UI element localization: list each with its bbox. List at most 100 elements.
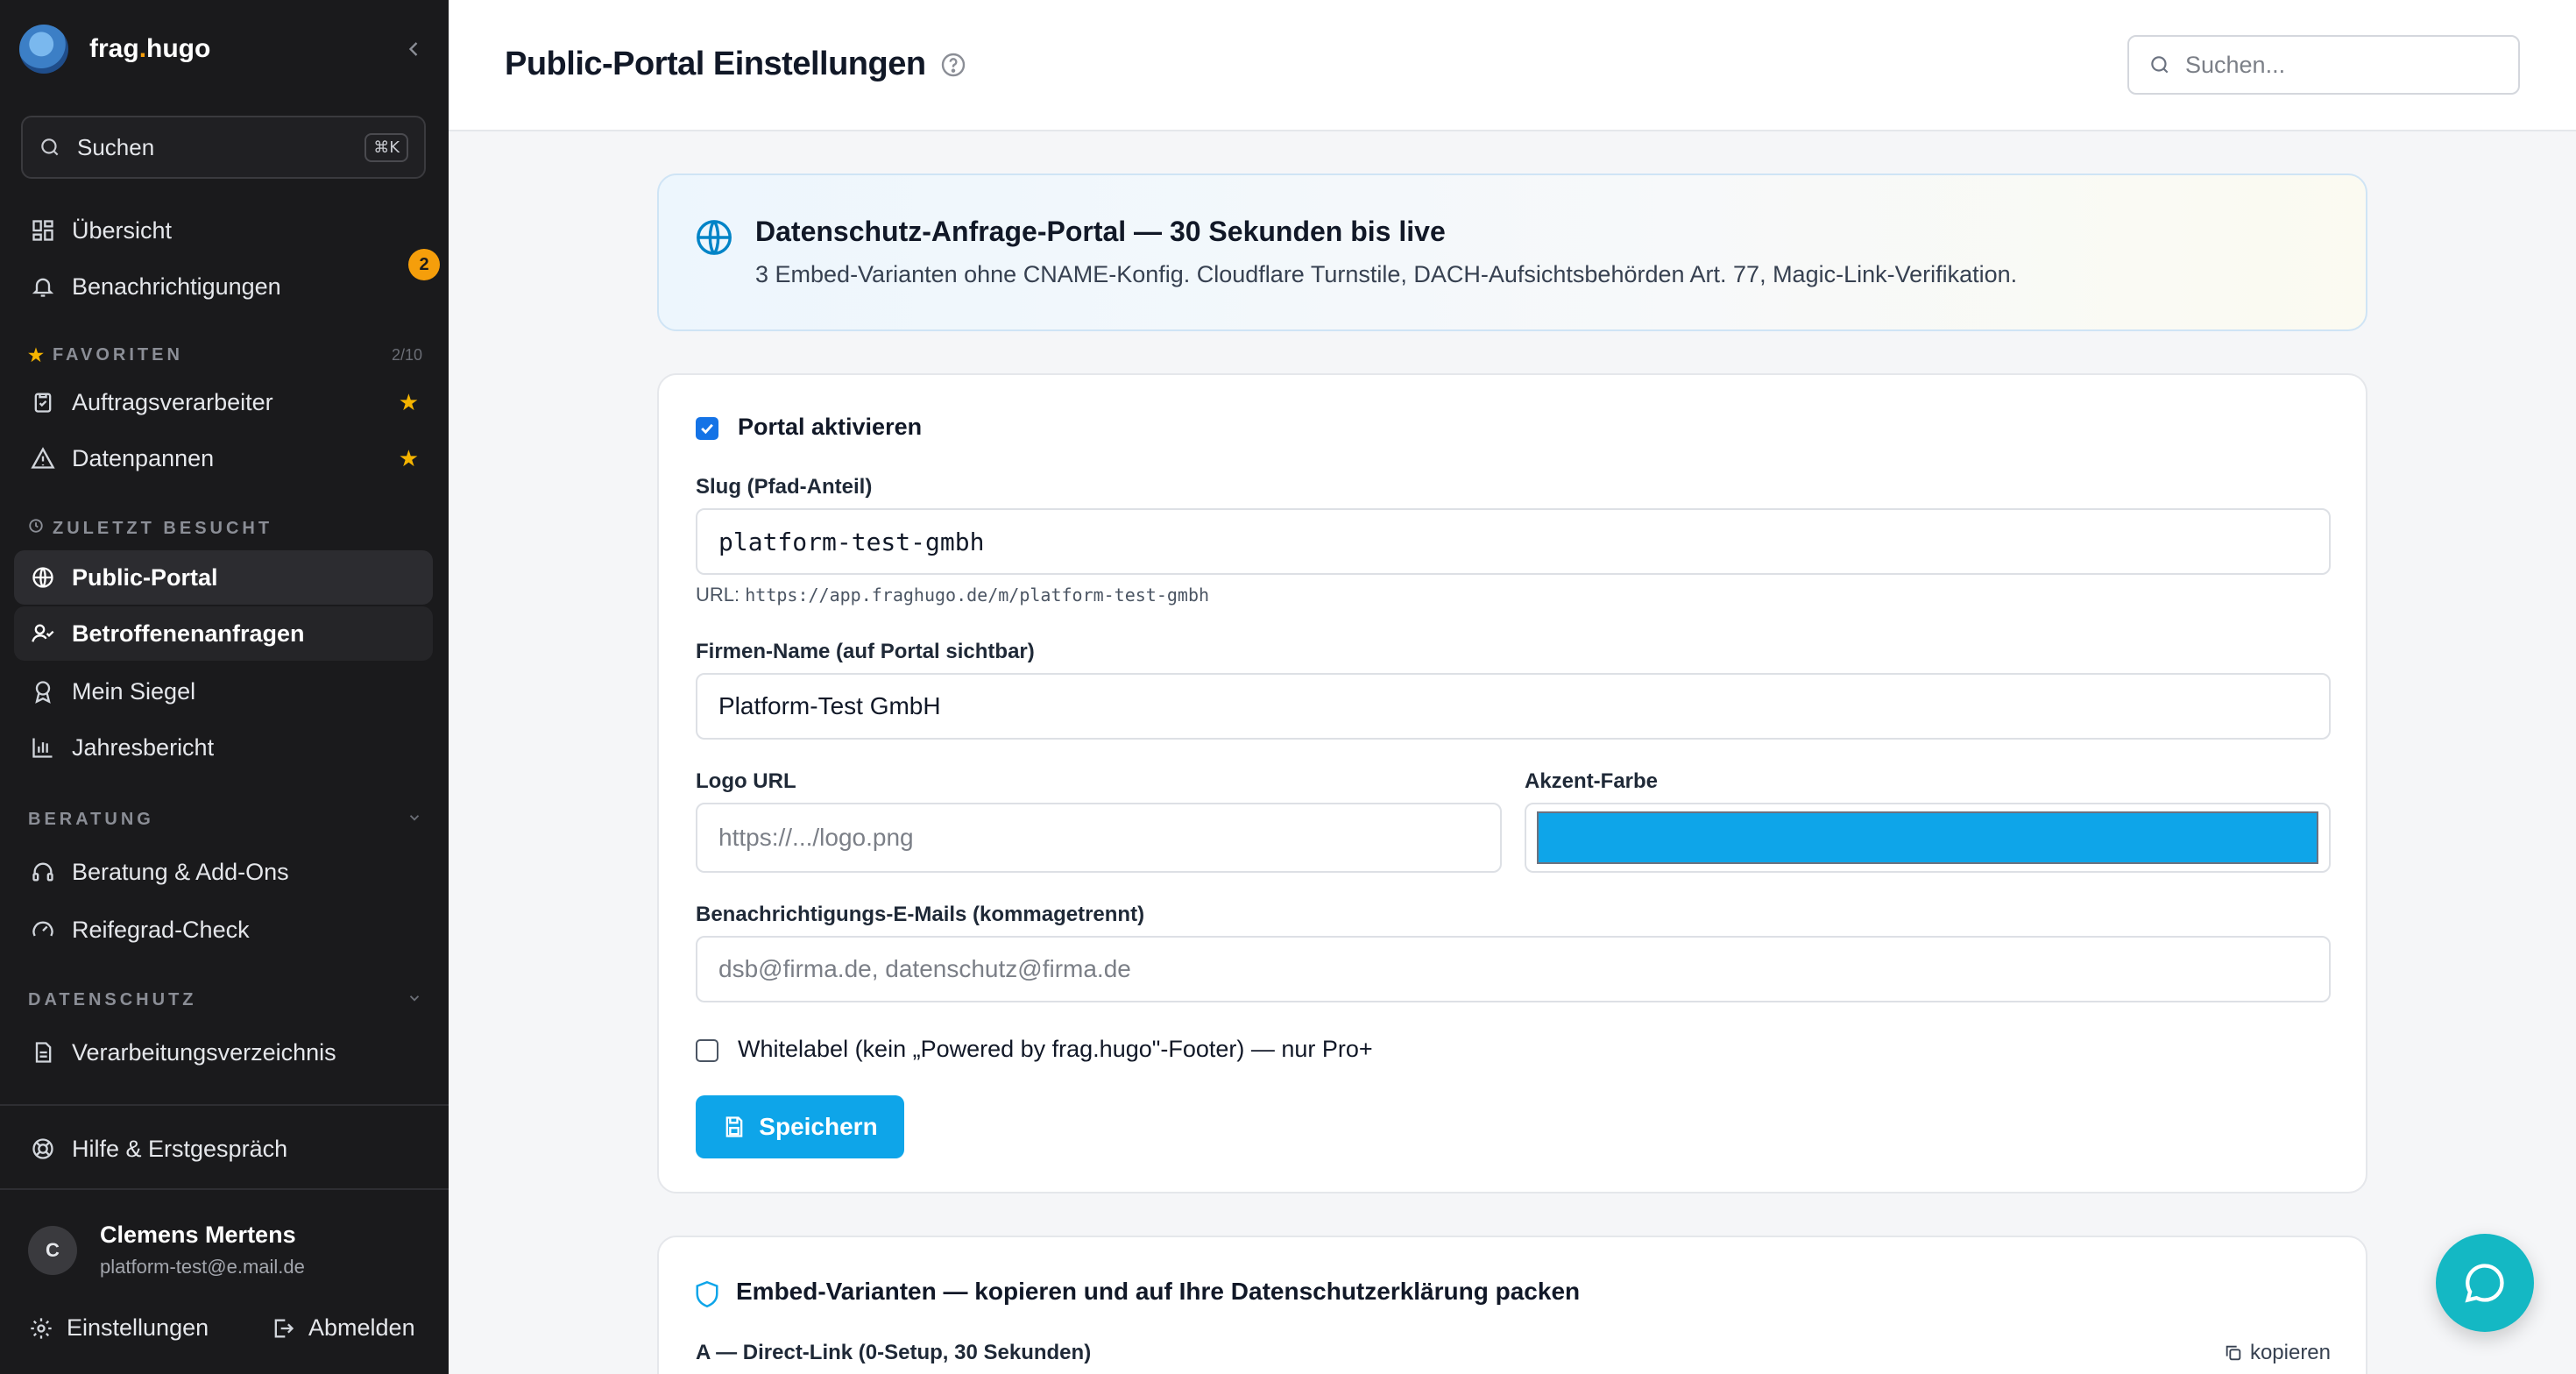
logout-link[interactable]: Abmelden bbox=[270, 1314, 415, 1342]
emails-input[interactable]: dsb@firma.de, datenschutz@firma.de bbox=[696, 936, 2331, 1002]
brand-logo bbox=[19, 25, 68, 74]
sidebar-item-label: Verarbeitungsverzeichnis bbox=[72, 1038, 336, 1066]
logout-icon bbox=[270, 1315, 296, 1342]
chat-button[interactable] bbox=[2436, 1234, 2534, 1332]
sidebar-item-hilfe[interactable]: Hilfe & Erstgespräch bbox=[14, 1122, 433, 1176]
whitelabel-label[interactable]: Whitelabel (kein „Powered by frag.hugo"-… bbox=[738, 1036, 1373, 1063]
sidebar-item-label: Jahresbericht bbox=[72, 733, 215, 761]
activate-label[interactable]: Portal aktivieren bbox=[738, 414, 922, 441]
sidebar-item-benachrichtigungen[interactable]: Benachrichtigungen bbox=[14, 259, 433, 314]
whitelabel-checkbox[interactable] bbox=[696, 1039, 718, 1062]
sidebar-item-label: Benachrichtigungen bbox=[72, 273, 281, 300]
sidebar-item-label: Auftragsverarbeiter bbox=[72, 388, 273, 415]
help-circle-icon bbox=[28, 1134, 58, 1164]
favorites-count: 2/10 bbox=[391, 345, 422, 364]
grid-icon bbox=[28, 216, 58, 245]
portal-url[interactable]: https://app.fraghugo.de/m/platform-test-… bbox=[745, 584, 1209, 606]
section-favoriten: ★ FAVORITEN 2/10 bbox=[28, 344, 422, 365]
sidebar-item-label: Datenpannen bbox=[72, 444, 215, 471]
embed-variant-a-label: A — Direct-Link (0-Setup, 30 Sekunden) bbox=[696, 1341, 1092, 1364]
settings-link[interactable]: Einstellungen bbox=[28, 1314, 209, 1342]
shield-icon bbox=[696, 1280, 718, 1308]
user-email: platform-test@e.mail.de bbox=[100, 1256, 305, 1278]
accent-color-picker[interactable] bbox=[1525, 803, 2331, 873]
sidebar-item-verarbeitungsverzeichnis[interactable]: Verarbeitungsverzeichnis bbox=[14, 1025, 433, 1080]
sidebar-item-public-portal[interactable]: Public-Portal bbox=[14, 550, 433, 605]
bar-chart-icon bbox=[28, 733, 58, 762]
search-icon bbox=[2151, 56, 2169, 74]
globe-icon bbox=[697, 220, 732, 255]
sidebar-item-jahresbericht[interactable]: Jahresbericht bbox=[14, 720, 433, 775]
clock-icon bbox=[28, 518, 44, 539]
info-banner: Datenschutz-Anfrage-Portal — 30 Sekunden… bbox=[657, 174, 2367, 331]
user-check-icon bbox=[28, 619, 58, 648]
activate-checkbox[interactable] bbox=[696, 417, 718, 440]
logo-url-input[interactable]: https://.../logo.png bbox=[696, 803, 1502, 873]
sidebar-item-label: Hilfe & Erstgespräch bbox=[72, 1135, 288, 1162]
sidebar-item-uebersicht[interactable]: Übersicht bbox=[14, 203, 433, 258]
headphones-icon bbox=[28, 857, 58, 887]
gear-icon bbox=[28, 1315, 54, 1342]
check-icon bbox=[701, 423, 713, 435]
warning-icon bbox=[28, 443, 58, 473]
company-input[interactable]: Platform-Test GmbH bbox=[696, 673, 2331, 740]
sidebar-item-label: Mein Siegel bbox=[72, 677, 196, 705]
sidebar-item-label: Reifegrad-Check bbox=[72, 916, 250, 943]
chevron-down-icon[interactable] bbox=[407, 810, 422, 830]
portal-settings-card: Portal aktivieren Slug (Pfad-Anteil) pla… bbox=[657, 373, 2367, 1193]
gauge-icon bbox=[28, 915, 58, 945]
logo-url-label: Logo URL bbox=[696, 769, 796, 793]
user-profile[interactable]: C Clemens Mertens platform-test@e.mail.d… bbox=[28, 1222, 305, 1278]
banner-subtitle: 3 Embed-Varianten ohne CNAME-Konfig. Clo… bbox=[755, 261, 2018, 287]
favorite-star-icon[interactable]: ★ bbox=[399, 445, 419, 472]
section-datenschutz[interactable]: DATENSCHUTZ bbox=[28, 987, 422, 1013]
copy-button[interactable]: kopieren bbox=[2224, 1341, 2331, 1365]
sidebar-item-betroffenenanfragen[interactable]: Betroffenenanfragen bbox=[14, 606, 433, 661]
sidebar-item-label: Beratung & Add-Ons bbox=[72, 858, 289, 885]
save-button[interactable]: Speichern bbox=[696, 1095, 904, 1158]
sidebar-search[interactable]: Suchen ⌘K bbox=[21, 116, 426, 179]
sidebar-item-beratung-addons[interactable]: Beratung & Add-Ons bbox=[14, 845, 433, 899]
favorite-star-icon[interactable]: ★ bbox=[399, 389, 419, 416]
sidebar-item-label: Public-Portal bbox=[72, 563, 218, 591]
sidebar-item-mein-siegel[interactable]: Mein Siegel bbox=[14, 664, 433, 719]
copy-icon bbox=[2226, 1345, 2241, 1361]
search-input[interactable] bbox=[2185, 51, 2501, 79]
notification-badge: 2 bbox=[408, 249, 440, 280]
avatar: C bbox=[28, 1225, 77, 1275]
save-icon bbox=[725, 1116, 743, 1137]
slug-url-hint: URL: https://app.fraghugo.de/m/platform-… bbox=[696, 584, 1210, 606]
help-icon[interactable] bbox=[939, 51, 967, 79]
sidebar-divider bbox=[0, 1104, 449, 1106]
accent-color-label: Akzent-Farbe bbox=[1525, 769, 1659, 793]
star-icon: ★ bbox=[28, 345, 44, 365]
sidebar-search-label: Suchen bbox=[77, 133, 155, 160]
chevron-left-icon[interactable] bbox=[401, 37, 426, 61]
slug-input[interactable]: platform-test-gmbh bbox=[696, 508, 2331, 575]
brand[interactable]: frag.hugo bbox=[19, 21, 431, 77]
sidebar-item-auftragsverarbeiter[interactable]: Auftragsverarbeiter ★ bbox=[14, 375, 433, 429]
sidebar-divider bbox=[0, 1188, 449, 1190]
bell-icon bbox=[28, 272, 58, 301]
search-icon bbox=[41, 138, 59, 156]
slug-label: Slug (Pfad-Anteil) bbox=[696, 475, 873, 499]
globe-icon bbox=[28, 563, 58, 592]
chevron-down-icon[interactable] bbox=[407, 990, 422, 1010]
clipboard-check-icon bbox=[28, 387, 58, 417]
user-name: Clemens Mertens bbox=[100, 1222, 296, 1248]
search-shortcut: ⌘K bbox=[364, 132, 408, 162]
emails-label: Benachrichtigungs-E-Mails (kommagetrennt… bbox=[696, 903, 1145, 926]
brand-name: frag.hugo bbox=[89, 34, 211, 63]
section-beratung[interactable]: BERATUNG bbox=[28, 806, 422, 832]
embed-variants-card: Embed-Varianten — kopieren und auf Ihre … bbox=[657, 1236, 2367, 1374]
sidebar-item-reifegrad-check[interactable]: Reifegrad-Check bbox=[14, 903, 433, 957]
company-label: Firmen-Name (auf Portal sichtbar) bbox=[696, 640, 1035, 663]
accent-color-swatch[interactable] bbox=[1537, 811, 2318, 864]
sidebar-item-datenpannen[interactable]: Datenpannen ★ bbox=[14, 431, 433, 485]
chat-bubble-icon bbox=[2465, 1264, 2504, 1303]
award-icon bbox=[28, 676, 58, 706]
header-search[interactable] bbox=[2127, 35, 2520, 95]
section-zuletzt-besucht: ZULETZT BESUCHT bbox=[28, 515, 422, 542]
sidebar: frag.hugo Suchen ⌘K Übersicht Benachrich… bbox=[0, 0, 449, 1374]
page-title: Public-Portal Einstellungen bbox=[505, 46, 926, 82]
